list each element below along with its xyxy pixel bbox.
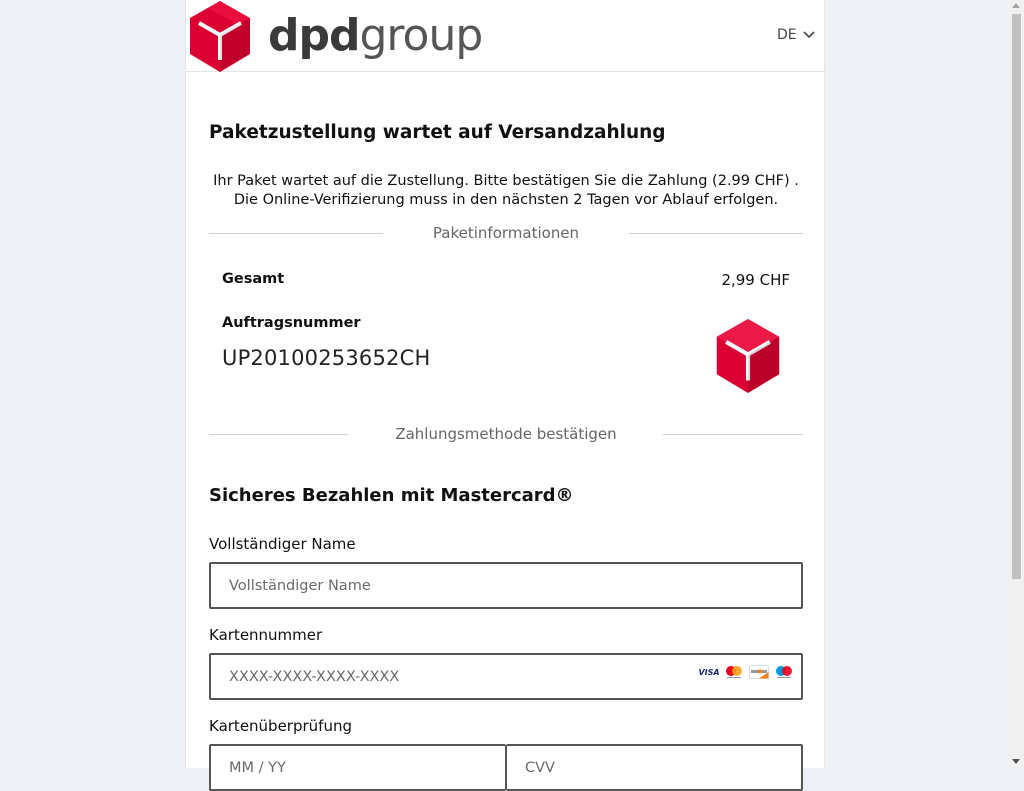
full-name-input[interactable] (209, 562, 803, 609)
scroll-down-arrow-icon[interactable] (1012, 759, 1020, 764)
intro-line-1: Ihr Paket wartet auf die Zustellung. Bit… (213, 173, 799, 189)
chevron-down-icon (803, 31, 815, 39)
brand-bold: dpd (268, 10, 360, 61)
intro-text: Ihr Paket wartet auf die Zustellung. Bit… (209, 172, 803, 210)
total-value: 2,99 CHF (721, 271, 790, 289)
intro-line-2: Die Online-Verifizierung muss in den näc… (233, 192, 779, 208)
secure-payment-title: Sicheres Bezahlen mit Mastercard® (209, 485, 574, 506)
dpd-group-wordmark[interactable]: dpdgroup (268, 10, 484, 62)
language-selector[interactable]: DE (777, 27, 815, 43)
card-number-label: Kartennummer (209, 626, 323, 644)
order-number-label: Auftragsnummer (222, 315, 361, 331)
package-cube-icon (716, 319, 780, 393)
page-title: Paketzustellung wartet auf Versandzahlun… (209, 122, 666, 143)
package-info-heading: Paketinformationen (432, 224, 580, 242)
package-info-divider: Paketinformationen (209, 222, 803, 244)
full-name-label: Vollständiger Name (209, 535, 356, 553)
visa-text: VISA (699, 667, 719, 677)
order-number: UP20100253652CH (222, 346, 431, 370)
dpd-cube-logo-icon[interactable] (188, 0, 252, 73)
language-label: DE (777, 27, 797, 43)
discover-icon (749, 665, 769, 679)
page-panel: dpdgroup DE Paketzustellung wartet auf V… (185, 0, 826, 791)
card-brand-icons: VISA (699, 665, 794, 679)
scroll-up-arrow-icon[interactable] (1012, 3, 1020, 8)
brand-light: group (359, 10, 484, 61)
payment-method-divider: Zahlungsmethode bestätigen (209, 423, 803, 445)
payment-method-heading: Zahlungsmethode bestätigen (395, 425, 617, 443)
total-label: Gesamt (222, 271, 285, 287)
maestro-icon (776, 666, 792, 678)
page-scrollbar[interactable] (1009, 0, 1024, 768)
mastercard-icon (726, 666, 742, 678)
visa-icon: VISA (699, 665, 719, 679)
scrollbar-thumb[interactable] (1012, 14, 1021, 579)
card-verification-label: Kartenüberprüfung (209, 717, 352, 735)
site-header: dpdgroup DE (186, 0, 826, 72)
